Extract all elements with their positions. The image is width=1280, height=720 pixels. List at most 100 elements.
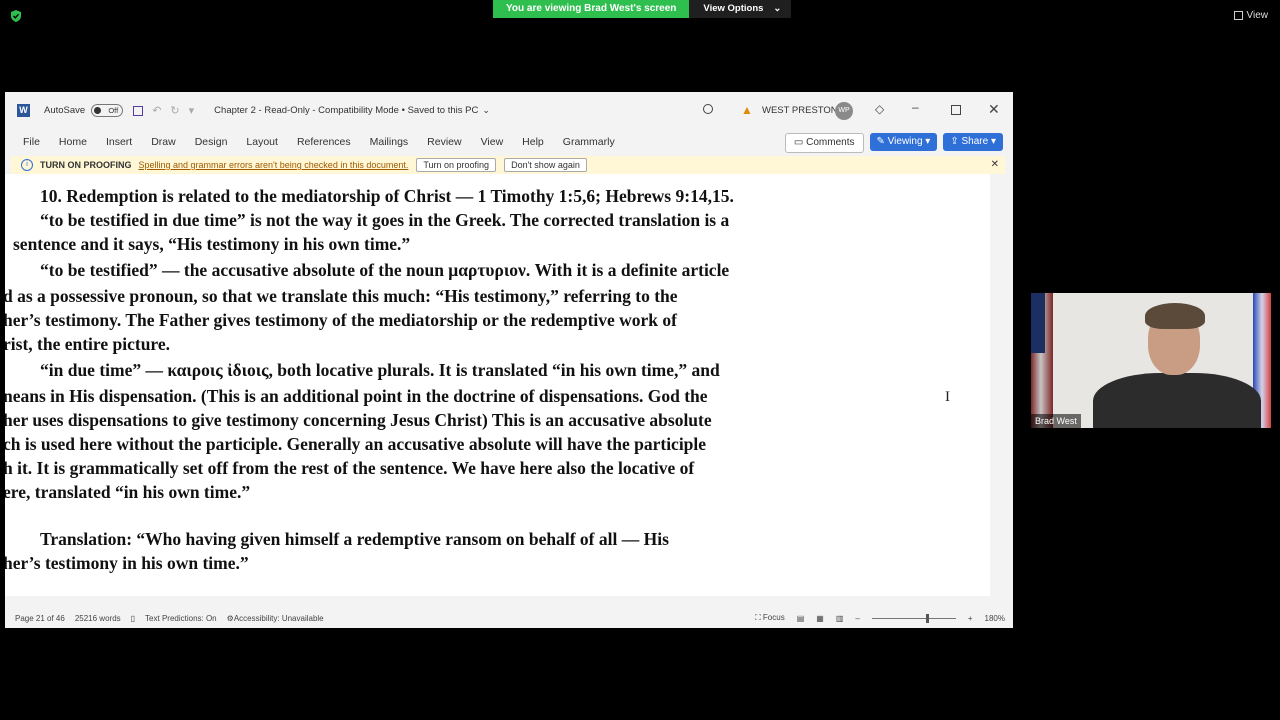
accessibility-icon: ⚙ (226, 613, 234, 623)
tab-help[interactable]: Help (522, 136, 544, 148)
chevron-down-icon[interactable]: ⌄ (482, 105, 490, 116)
comments-button[interactable]: ▭ Comments (784, 133, 864, 153)
zoom-in-icon[interactable]: + (968, 614, 973, 623)
accessibility-status[interactable]: Accessibility: Unavailable (234, 614, 324, 623)
redo-icon[interactable]: ↻ (170, 104, 179, 117)
pencil-icon: ✎ (876, 136, 885, 147)
word-window: W AutoSave Off ↶ ↻ ▾ Chapter 2 - Read-On… (5, 92, 1013, 628)
autosave-toggle[interactable]: Off (91, 104, 124, 117)
maximize-icon[interactable] (951, 105, 961, 115)
view-options-label: View Options (703, 3, 764, 14)
autosave-state: Off (108, 106, 119, 115)
search-icon[interactable] (703, 104, 713, 114)
document-line: 10. Redemption is related to the mediato… (40, 186, 734, 206)
grid-view-icon (1233, 11, 1243, 20)
web-layout-icon[interactable]: ▥ (836, 614, 844, 623)
share-label: Share (961, 136, 989, 147)
participant-hair (1145, 303, 1205, 329)
undo-icon[interactable]: ↶ (152, 104, 161, 117)
tab-home[interactable]: Home (59, 136, 87, 148)
comments-label: Comments (806, 137, 855, 148)
dont-show-again-button[interactable]: Don't show again (504, 158, 587, 172)
text-predictions-status[interactable]: Text Predictions: On (145, 614, 217, 623)
message-link[interactable]: Spelling and grammar errors aren't being… (139, 160, 409, 170)
viewing-mode-button[interactable]: ✎ Viewing ▾ (869, 133, 938, 151)
warning-icon[interactable]: ▲ (741, 103, 753, 117)
word-count[interactable]: 25216 words (75, 614, 121, 623)
print-layout-icon[interactable]: ▦ (816, 614, 824, 623)
document-line: ch is used here without the participle. … (5, 434, 707, 454)
view-options-button[interactable]: View Options ⌄ (689, 0, 792, 18)
save-icon[interactable] (133, 105, 144, 116)
tab-design[interactable]: Design (195, 136, 228, 148)
document-line: neans in His dispensation. (This is an a… (5, 386, 708, 406)
autosave-label: AutoSave (44, 105, 86, 116)
flag-stars (1031, 293, 1045, 353)
document-line: her’s testimony. The Father gives testim… (5, 310, 677, 330)
tab-file[interactable]: File (23, 136, 40, 148)
zoom-out-icon[interactable]: – (855, 614, 859, 623)
quick-access-chevron-icon[interactable]: ▾ (189, 104, 195, 117)
tab-grammarly[interactable]: Grammarly (563, 136, 615, 148)
focus-button[interactable]: ⛶ Focus (755, 613, 785, 623)
page-count[interactable]: Page 21 of 46 (15, 614, 65, 623)
info-icon: i (21, 159, 33, 171)
chevron-down-icon: ⌄ (773, 3, 782, 14)
avatar[interactable]: WP (835, 102, 853, 120)
chevron-down-icon: ▾ (925, 136, 931, 147)
title-bar: W AutoSave Off ↶ ↻ ▾ Chapter 2 - Read-On… (5, 92, 1013, 129)
user-name[interactable]: WEST PRESTON (762, 105, 838, 116)
focus-icon: ⛶ (755, 613, 763, 622)
document-line: sentence and it says, “His testimony in … (13, 234, 411, 254)
participant-body (1093, 373, 1261, 428)
proofing-book-icon[interactable]: ▯ (131, 614, 135, 623)
tab-layout[interactable]: Layout (246, 136, 278, 148)
document-line: her uses dispensations to give testimony… (5, 410, 712, 430)
security-shield-icon[interactable] (9, 9, 23, 23)
tab-insert[interactable]: Insert (106, 136, 132, 148)
viewing-label: Viewing (887, 136, 923, 147)
document-line: “in due time” — καιροις ἰδιοις, both loc… (40, 360, 720, 380)
tab-references[interactable]: References (297, 136, 351, 148)
ribbon-tabs: File Home Insert Draw Design Layout Refe… (5, 129, 1013, 155)
tab-mailings[interactable]: Mailings (370, 136, 409, 148)
zoom-percent[interactable]: 180% (985, 614, 1005, 623)
focus-label: Focus (762, 613, 785, 622)
proofing-message-bar: i TURN ON PROOFING Spelling and grammar … (11, 156, 1005, 174)
document-line: Translation: “Who having given himself a… (40, 529, 669, 549)
tab-review[interactable]: Review (427, 136, 461, 148)
us-flag (1031, 293, 1053, 428)
participant-video[interactable]: Brad West (1031, 293, 1271, 428)
document-line: d as a possessive pronoun, so that we tr… (5, 286, 678, 306)
view-button[interactable]: View (1233, 10, 1269, 21)
turn-on-proofing-button[interactable]: Turn on proofing (416, 158, 497, 172)
view-controls: ⛶ Focus ▤ ▦ ▥ – + 180% (755, 613, 1005, 623)
status-bar: Page 21 of 46 25216 words ▯ Text Predict… (5, 608, 1013, 628)
sharing-status-text: You are viewing Brad West's screen (493, 0, 690, 18)
document-page[interactable]: 10. Redemption is related to the mediato… (5, 174, 990, 596)
document-line: rist, the entire picture. (5, 334, 171, 354)
document-line: h it. It is grammatically set off from t… (5, 458, 695, 478)
message-title: TURN ON PROOFING (40, 160, 132, 170)
text-cursor-icon: I (945, 389, 950, 405)
diamond-icon[interactable]: ◇ (875, 102, 884, 116)
document-title[interactable]: Chapter 2 - Read-Only - Compatibility Mo… (214, 105, 478, 116)
document-line: her’s testimony in his own time.” (5, 553, 249, 573)
zoom-slider[interactable] (871, 613, 956, 623)
vertical-scrollbar[interactable] (990, 174, 1013, 596)
close-icon[interactable]: ✕ (991, 159, 999, 170)
chevron-down-icon: ▾ (990, 136, 996, 147)
close-icon[interactable]: ✕ (988, 101, 1000, 118)
toggle-knob (94, 107, 102, 114)
read-mode-icon[interactable]: ▤ (797, 614, 805, 623)
zoom-slider-thumb[interactable] (925, 613, 929, 623)
share-icon: ⇪ (950, 136, 959, 147)
tab-view[interactable]: View (481, 136, 504, 148)
share-button[interactable]: ⇪ Share ▾ (943, 133, 1003, 151)
document-line: “to be testified in due time” is not the… (40, 210, 730, 230)
view-label: View (1246, 10, 1269, 21)
ribbon-actions: ▭ Comments ✎ Viewing ▾ ⇪ Share ▾ (784, 133, 1003, 153)
minimize-icon[interactable]: – (912, 100, 919, 114)
tab-draw[interactable]: Draw (151, 136, 176, 148)
comment-icon: ▭ (793, 137, 804, 148)
